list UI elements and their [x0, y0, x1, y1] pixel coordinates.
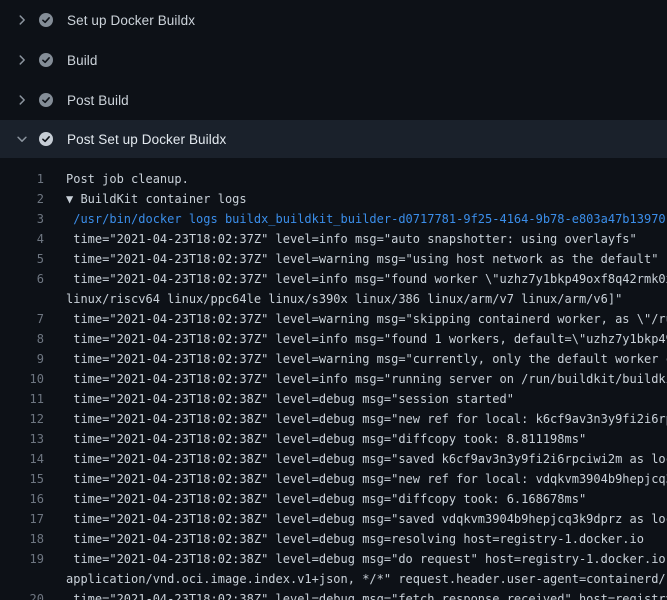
log-line: 20 time="2021-04-23T18:02:38Z" level=deb…: [0, 589, 667, 600]
log-text: time="2021-04-23T18:02:38Z" level=debug …: [66, 409, 667, 429]
log-line: 19 time="2021-04-23T18:02:38Z" level=deb…: [0, 549, 667, 569]
step-title: Post Set up Docker Buildx: [67, 132, 226, 147]
log-line: 5 time="2021-04-23T18:02:37Z" level=warn…: [0, 249, 667, 269]
log-line: 4 time="2021-04-23T18:02:37Z" level=info…: [0, 229, 667, 249]
log-text: time="2021-04-23T18:02:38Z" level=debug …: [66, 449, 667, 469]
line-number[interactable]: 2: [0, 189, 44, 209]
check-circle-icon: [38, 131, 54, 147]
line-number[interactable]: 7: [0, 309, 44, 329]
log-lines: 1 Post job cleanup. 2 ▼ BuildKit container …: [0, 169, 667, 600]
log-text: time="2021-04-23T18:02:38Z" level=debug …: [66, 389, 667, 409]
line-number[interactable]: 18: [0, 529, 44, 549]
log-text: time="2021-04-23T18:02:38Z" level=debug …: [66, 489, 667, 509]
log-group-title[interactable]: BuildKit container logs: [73, 192, 246, 206]
line-number[interactable]: 10: [0, 369, 44, 389]
line-number[interactable]: 6: [0, 269, 44, 289]
log-text: time="2021-04-23T18:02:37Z" level=info m…: [66, 369, 667, 389]
line-number[interactable]: 16: [0, 489, 44, 509]
line-number[interactable]: 14: [0, 449, 44, 469]
step-header-post-set-up-docker-buildx[interactable]: Post Set up Docker Buildx: [0, 120, 667, 158]
log-text: application/vnd.oci.image.index.v1+json,…: [66, 569, 667, 589]
line-number[interactable]: 15: [0, 469, 44, 489]
chevron-right-icon[interactable]: [14, 92, 30, 108]
log-text: time="2021-04-23T18:02:38Z" level=debug …: [66, 509, 667, 529]
line-number[interactable]: 11: [0, 389, 44, 409]
log-line: 10 time="2021-04-23T18:02:37Z" level=inf…: [0, 369, 667, 389]
line-number[interactable]: 4: [0, 229, 44, 249]
log-line: 11 time="2021-04-23T18:02:38Z" level=deb…: [0, 389, 667, 409]
line-number[interactable]: 9: [0, 349, 44, 369]
log-text: time="2021-04-23T18:02:37Z" level=warnin…: [66, 309, 667, 329]
log-command-text: /usr/bin/docker logs buildx_buildkit_bui…: [66, 209, 667, 229]
step-list: Set up Docker Buildx Build Post Build Post …: [0, 0, 667, 158]
line-number[interactable]: 5: [0, 249, 44, 269]
check-circle-icon: [38, 52, 54, 68]
log-line-wrap: application/vnd.oci.image.index.v1+json,…: [0, 569, 667, 589]
log-text: time="2021-04-23T18:02:37Z" level=info m…: [66, 229, 667, 249]
step-title: Post Build: [67, 93, 129, 108]
log-line: 9 time="2021-04-23T18:02:37Z" level=warn…: [0, 349, 667, 369]
log-line: 3 /usr/bin/docker logs buildx_buildkit_b…: [0, 209, 667, 229]
log-text: time="2021-04-23T18:02:37Z" level=info m…: [66, 329, 667, 349]
log-text: linux/riscv64 linux/ppc64le linux/s390x …: [66, 289, 667, 309]
line-number[interactable]: 8: [0, 329, 44, 349]
log-line: 7 time="2021-04-23T18:02:37Z" level=warn…: [0, 309, 667, 329]
log-text: time="2021-04-23T18:02:38Z" level=debug …: [66, 589, 667, 600]
log-text: Post job cleanup.: [66, 169, 667, 189]
log-line: 15 time="2021-04-23T18:02:38Z" level=deb…: [0, 469, 667, 489]
log-line: 17 time="2021-04-23T18:02:38Z" level=deb…: [0, 509, 667, 529]
log-container: 1 Post job cleanup. 2 ▼ BuildKit container …: [0, 158, 667, 600]
step-title: Set up Docker Buildx: [67, 13, 195, 28]
log-line: 6 time="2021-04-23T18:02:37Z" level=info…: [0, 269, 667, 289]
line-number[interactable]: 12: [0, 409, 44, 429]
line-number[interactable]: 13: [0, 429, 44, 449]
check-circle-icon: [38, 92, 54, 108]
log-text: time="2021-04-23T18:02:38Z" level=debug …: [66, 469, 667, 489]
log-line: 12 time="2021-04-23T18:02:38Z" level=deb…: [0, 409, 667, 429]
line-number[interactable]: 17: [0, 509, 44, 529]
chevron-right-icon[interactable]: [14, 12, 30, 28]
log-line: 8 time="2021-04-23T18:02:37Z" level=info…: [0, 329, 667, 349]
line-number[interactable]: 3: [0, 209, 44, 229]
log-line: 18 time="2021-04-23T18:02:38Z" level=deb…: [0, 529, 667, 549]
log-line: 1 Post job cleanup.: [0, 169, 667, 189]
log-text: time="2021-04-23T18:02:38Z" level=debug …: [66, 549, 667, 569]
line-number: [0, 569, 44, 589]
log-line: 2 ▼ BuildKit container logs: [0, 189, 667, 209]
chevron-right-icon[interactable]: [14, 52, 30, 68]
log-text: time="2021-04-23T18:02:38Z" level=debug …: [66, 529, 667, 549]
line-number[interactable]: 19: [0, 549, 44, 569]
log-group-header[interactable]: ▼ BuildKit container logs: [66, 189, 667, 209]
line-number: [0, 289, 44, 309]
step-header-set-up-docker-buildx[interactable]: Set up Docker Buildx: [0, 0, 667, 40]
log-text: time="2021-04-23T18:02:37Z" level=info m…: [66, 269, 667, 289]
check-circle-icon: [38, 12, 54, 28]
log-line: 16 time="2021-04-23T18:02:38Z" level=deb…: [0, 489, 667, 509]
chevron-down-icon[interactable]: [14, 131, 30, 147]
line-number[interactable]: 1: [0, 169, 44, 189]
log-line: 14 time="2021-04-23T18:02:38Z" level=deb…: [0, 449, 667, 469]
line-number[interactable]: 20: [0, 589, 44, 600]
log-line: 13 time="2021-04-23T18:02:38Z" level=deb…: [0, 429, 667, 449]
log-line-wrap: linux/riscv64 linux/ppc64le linux/s390x …: [0, 289, 667, 309]
step-title: Build: [67, 53, 98, 68]
log-text: time="2021-04-23T18:02:37Z" level=warnin…: [66, 249, 667, 269]
log-text: time="2021-04-23T18:02:38Z" level=debug …: [66, 429, 667, 449]
step-header-post-build[interactable]: Post Build: [0, 80, 667, 120]
log-text: time="2021-04-23T18:02:37Z" level=warnin…: [66, 349, 667, 369]
step-header-build[interactable]: Build: [0, 40, 667, 80]
